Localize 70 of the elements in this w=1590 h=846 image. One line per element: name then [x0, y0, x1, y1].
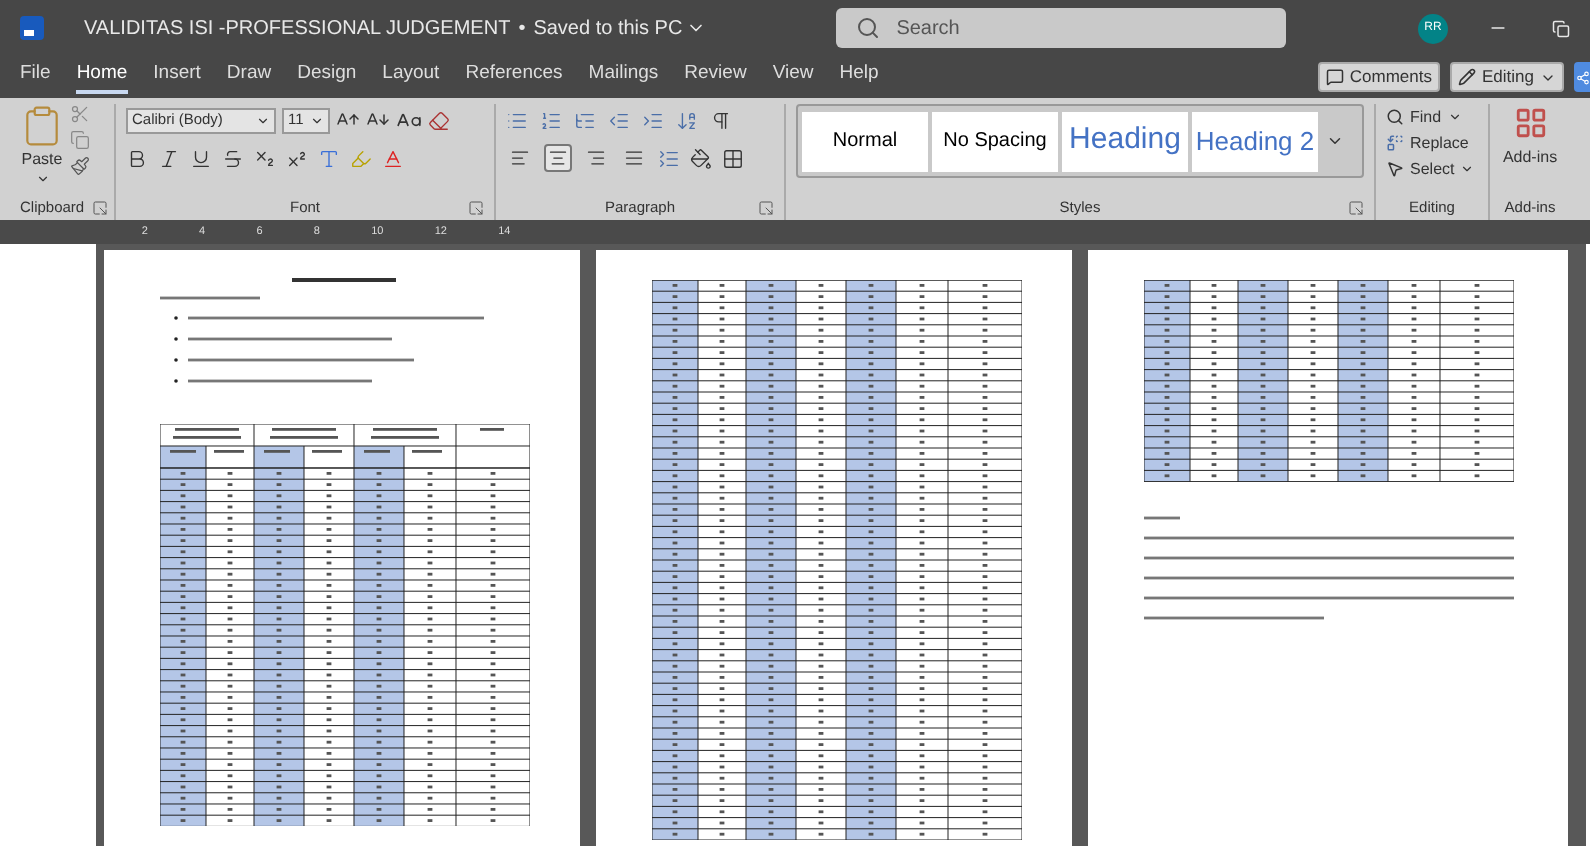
- add-ins-button[interactable]: Add-ins: [1502, 104, 1558, 170]
- ribbon-tab[interactable]: Design: [297, 59, 357, 95]
- comments-button[interactable]: Comments: [1317, 62, 1440, 92]
- strikethrough-icon[interactable]: [222, 147, 244, 169]
- more-styles-icon[interactable]: [1326, 132, 1344, 150]
- style-option[interactable]: No Spacing: [932, 111, 1058, 171]
- heading-line-drawing: [292, 278, 396, 282]
- ribbon-tab[interactable]: Mailings: [588, 59, 659, 95]
- replace-icon: [1386, 134, 1404, 152]
- line-spacing-icon[interactable]: [658, 147, 680, 169]
- style-option[interactable]: Normal: [802, 111, 928, 171]
- decrease-indent-icon[interactable]: [608, 109, 630, 131]
- chevron-down-icon[interactable]: [35, 172, 49, 186]
- restore-icon[interactable]: [1552, 19, 1570, 37]
- pilcrow-icon[interactable]: [710, 109, 732, 131]
- search-icon: [856, 16, 881, 40]
- shading-icon[interactable]: [690, 147, 712, 169]
- subscript-icon[interactable]: [254, 147, 276, 169]
- share-icon: [1576, 69, 1590, 85]
- chevron-down-icon: [1460, 162, 1475, 176]
- increase-indent-icon[interactable]: [642, 109, 664, 131]
- paintbrush-icon[interactable]: [70, 156, 90, 176]
- ribbon-tab[interactable]: View: [772, 59, 814, 95]
- pointer-icon: [1386, 160, 1404, 178]
- search-icon: [1386, 108, 1404, 126]
- paste-button[interactable]: Paste: [21, 148, 63, 172]
- dialog-launcher-icon[interactable]: [92, 200, 109, 216]
- text-lines-drawing: [1144, 515, 1180, 520]
- style-option[interactable]: Heading 2: [1192, 111, 1318, 171]
- align-button[interactable]: [544, 144, 572, 172]
- superscript-icon[interactable]: [286, 147, 308, 169]
- underline-icon[interactable]: [190, 147, 212, 169]
- borders-icon[interactable]: [722, 147, 744, 169]
- search-field[interactable]: Search: [836, 8, 1287, 48]
- grid-icon: [1513, 106, 1547, 140]
- italic-icon[interactable]: [158, 147, 180, 169]
- style-option[interactable]: Heading: [1062, 111, 1188, 171]
- multilevel-list-icon[interactable]: [574, 109, 596, 131]
- chevron-down-icon: [256, 113, 270, 127]
- ribbon-tab[interactable]: References: [465, 59, 563, 95]
- title-separator: •: [518, 15, 526, 43]
- dialog-launcher-icon[interactable]: [758, 200, 774, 216]
- share-button[interactable]: [1574, 62, 1590, 92]
- numbering-icon[interactable]: [540, 109, 562, 131]
- word-logo-icon: [20, 16, 44, 40]
- clear-formatting-icon[interactable]: [428, 109, 450, 131]
- ribbon-tab[interactable]: Help: [839, 59, 879, 95]
- chevron-down-icon: [1447, 110, 1462, 124]
- window-title: VALIDITAS ISI -PROFESSIONAL JUDGEMENT: [84, 15, 511, 43]
- select-button[interactable]: Select: [1386, 156, 1478, 182]
- chevron-down-icon: [310, 113, 324, 127]
- ribbon-tab[interactable]: Layout: [382, 59, 440, 95]
- dialog-launcher-icon[interactable]: [1348, 200, 1364, 216]
- pencil-icon: [1458, 68, 1476, 86]
- ribbon-tab[interactable]: Draw: [226, 59, 272, 95]
- ribbon-tab[interactable]: Home: [76, 59, 128, 95]
- find-button[interactable]: Find: [1386, 104, 1478, 130]
- ribbon-tab[interactable]: File: [20, 59, 51, 95]
- editing-button[interactable]: Editing: [1450, 62, 1564, 92]
- bold-icon[interactable]: [126, 147, 148, 169]
- ribbon-tab[interactable]: Insert: [153, 59, 201, 95]
- text-lines-drawing: [160, 296, 260, 300]
- save-status[interactable]: Saved to this PC: [533, 13, 683, 43]
- ribbon-tab[interactable]: Review: [684, 59, 747, 95]
- font-color-icon[interactable]: [382, 147, 404, 169]
- replace-button[interactable]: Replace: [1386, 130, 1478, 156]
- sort-icon[interactable]: [676, 109, 698, 131]
- dialog-launcher-icon[interactable]: [468, 200, 484, 216]
- comment-icon: [1325, 68, 1344, 86]
- text-effects-icon[interactable]: [318, 147, 340, 169]
